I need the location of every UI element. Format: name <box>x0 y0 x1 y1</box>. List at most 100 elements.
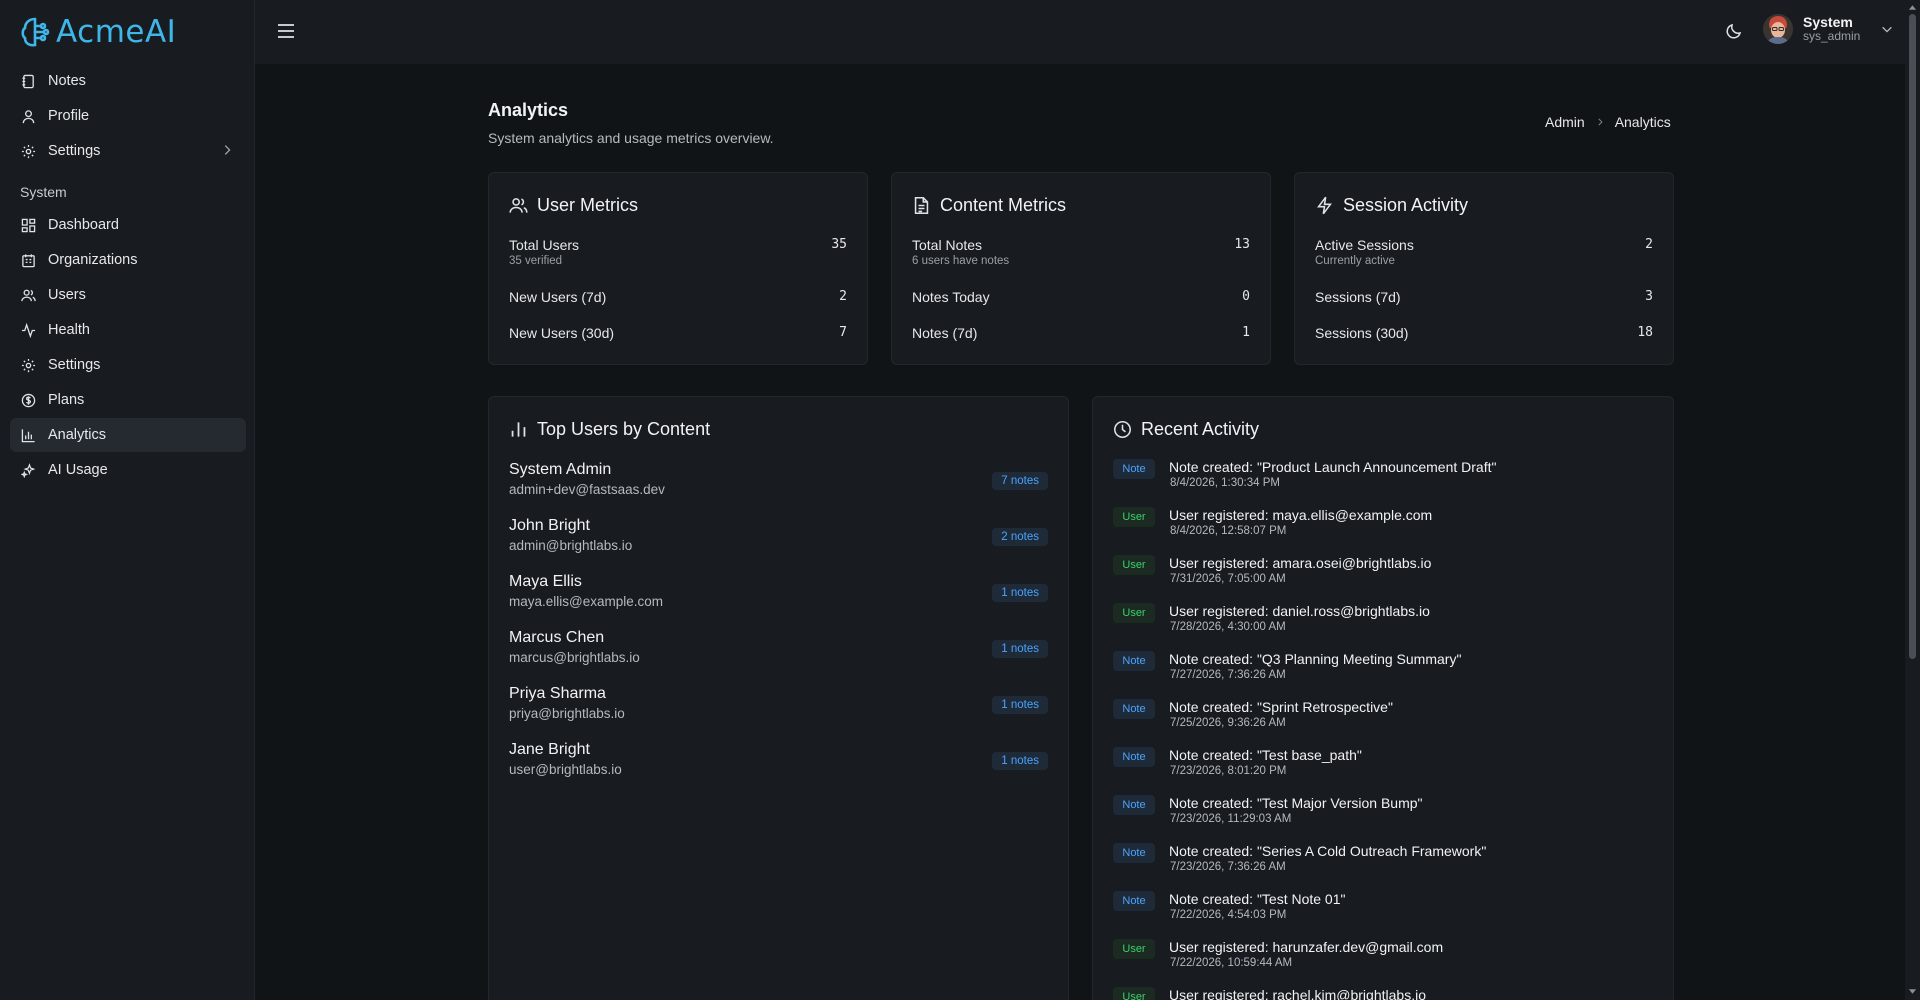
theme-toggle-button[interactable] <box>1725 22 1743 45</box>
user-name: Jane Bright <box>509 741 590 758</box>
breadcrumb-item-analytics: Analytics <box>1614 114 1671 130</box>
user-name: System <box>1803 14 1853 30</box>
metric-label: Active Sessions <box>1315 237 1414 253</box>
activity-item[interactable]: Note Note created: "Test Major Version Bu… <box>1113 793 1653 841</box>
building-icon <box>20 252 36 268</box>
card-header: User Metrics <box>509 195 638 216</box>
activity-item[interactable]: Note Note created: "Series A Cold Outreac… <box>1113 841 1653 889</box>
activity-text: User registered: maya.ellis@example.com <box>1169 507 1433 523</box>
page-title: Analytics <box>488 100 569 120</box>
brain-logo-icon <box>21 17 50 47</box>
sidebar-section-label: System <box>20 184 67 200</box>
activity-item[interactable]: Note Note created: "Sprint Retrospective"… <box>1113 697 1653 745</box>
user-email: priya@brightlabs.io <box>509 706 625 721</box>
scroll-down-arrow-icon[interactable] <box>1908 988 1917 996</box>
menu-toggle-button[interactable] <box>275 20 297 42</box>
metric-row-notes-today: Notes Today 0 <box>912 289 1250 305</box>
sidebar-item-system-settings[interactable]: Settings <box>10 348 246 382</box>
activity-item[interactable]: User User registered: maya.ellis@example.… <box>1113 505 1653 553</box>
sidebar-item-profile[interactable]: Profile <box>10 99 246 133</box>
sidebar-item-label: Settings <box>48 143 101 159</box>
list-item[interactable]: System Admin admin+dev@fastsaas.dev 7 no… <box>509 461 1048 511</box>
activity-timestamp: 7/23/2026, 7:36:26 AM <box>1170 861 1286 873</box>
card-header: Recent Activity <box>1113 419 1259 440</box>
sidebar-nav: Notes Profile Settings System Dashboard … <box>10 64 246 488</box>
hamburger-icon <box>278 24 294 38</box>
activity-timestamp: 8/4/2026, 12:58:07 PM <box>1170 525 1287 537</box>
activity-item[interactable]: User User registered: daniel.ross@brightl… <box>1113 601 1653 649</box>
avatar <box>1763 14 1793 44</box>
sidebar-item-ai-usage[interactable]: AI Usage <box>10 453 246 487</box>
activity-item[interactable]: Note Note created: "Q3 Planning Meeting S… <box>1113 649 1653 697</box>
activity-text: Note created: "Sprint Retrospective" <box>1169 699 1393 715</box>
activity-item[interactable]: User User registered: rachel.kim@brightla… <box>1113 985 1653 1000</box>
metric-label: Notes (7d) <box>912 325 978 341</box>
brand-name: AcmeAI <box>56 14 177 50</box>
activity-item[interactable]: Note Note created: "Test Note 01" 7/22/202… <box>1113 889 1653 937</box>
notebook-icon <box>20 73 36 89</box>
brand-logo[interactable]: AcmeAI <box>20 14 176 50</box>
list-item[interactable]: Jane Bright user@brightlabs.io 1 notes <box>509 741 1048 791</box>
notes-count-badge: 1 notes <box>992 696 1048 714</box>
user-email: user@brightlabs.io <box>509 762 622 777</box>
sidebar-item-dashboard[interactable]: Dashboard <box>10 208 246 242</box>
sidebar-item-analytics[interactable]: Analytics <box>10 418 246 452</box>
user-icon <box>20 108 36 124</box>
list-item[interactable]: Marcus Chen marcus@brightlabs.io 1 notes <box>509 629 1048 679</box>
metric-row-notes-7d: Notes (7d) 1 <box>912 325 1250 341</box>
metric-label: Total Users <box>509 237 580 253</box>
user-info: System sys_admin <box>1803 15 1860 43</box>
list-item[interactable]: Maya Ellis maya.ellis@example.com 1 note… <box>509 573 1048 623</box>
sidebar-item-plans[interactable]: Plans <box>10 383 246 417</box>
activity-type-badge: User <box>1113 555 1155 575</box>
user-menu[interactable]: System sys_admin <box>1763 14 1894 44</box>
activity-text: Note created: "Q3 Planning Meeting Summa… <box>1169 651 1462 667</box>
activity-text: User registered: harunzafer.dev@gmail.co… <box>1169 939 1444 955</box>
activity-type-badge: Note <box>1113 795 1155 815</box>
activity-type-badge: Note <box>1113 699 1155 719</box>
card-header: Top Users by Content <box>509 419 710 440</box>
activity-type-badge: User <box>1113 603 1155 623</box>
sidebar-item-organizations[interactable]: Organizations <box>10 243 246 277</box>
sidebar-item-notes[interactable]: Notes <box>10 64 246 98</box>
metric-value: 13 <box>1234 237 1250 252</box>
metric-value: 3 <box>1645 289 1653 304</box>
metric-row-new-users-30d: New Users (30d) 7 <box>509 325 847 341</box>
session-activity-card: Session Activity Active Sessions Currentl… <box>1294 172 1674 365</box>
metric-label: Sessions (7d) <box>1315 289 1401 305</box>
metric-label: Sessions (30d) <box>1315 325 1409 341</box>
moon-icon <box>1726 23 1742 39</box>
page-scrollbar[interactable] <box>1905 0 1920 1000</box>
metric-value: 7 <box>839 325 847 340</box>
activity-item[interactable]: Note Note created: "Test base_path" 7/23/2… <box>1113 745 1653 793</box>
scroll-up-arrow-icon[interactable] <box>1908 3 1917 11</box>
document-icon <box>914 197 929 214</box>
notes-count-badge: 1 notes <box>992 752 1048 770</box>
sidebar-item-users[interactable]: Users <box>10 278 246 312</box>
scroll-thumb[interactable] <box>1909 14 1916 659</box>
metric-row-sessions-7d: Sessions (7d) 3 <box>1315 289 1653 305</box>
list-item[interactable]: John Bright admin@brightlabs.io 2 notes <box>509 517 1048 567</box>
metric-value: 1 <box>1242 325 1250 340</box>
card-title: Top Users by Content <box>537 419 711 439</box>
sidebar-item-label: Analytics <box>48 427 107 443</box>
metric-label: Total Notes <box>912 237 983 253</box>
breadcrumb-item-admin[interactable]: Admin <box>1545 114 1585 130</box>
sidebar-item-health[interactable]: Health <box>10 313 246 347</box>
notes-count-badge: 1 notes <box>992 584 1048 602</box>
activity-item[interactable]: User User registered: harunzafer.dev@gmai… <box>1113 937 1653 985</box>
user-email: marcus@brightlabs.io <box>509 650 640 665</box>
sidebar: AcmeAI Notes Profile Settings System Das… <box>0 0 255 1000</box>
list-item[interactable]: Priya Sharma priya@brightlabs.io 1 notes <box>509 685 1048 735</box>
metric-row-active-sessions: Active Sessions Currently active 2 <box>1315 237 1653 267</box>
metric-label: Notes Today <box>912 289 990 305</box>
activity-item[interactable]: Note Note created: "Product Launch Announ… <box>1113 457 1653 505</box>
activity-text: Note created: "Test base_path" <box>1169 747 1362 763</box>
user-handle: sys_admin <box>1803 29 1861 43</box>
metric-value: 0 <box>1242 289 1250 304</box>
sidebar-item-settings[interactable]: Settings <box>10 134 246 168</box>
activity-timestamp: 7/28/2026, 4:30:00 AM <box>1170 621 1286 633</box>
activity-item[interactable]: User User registered: amara.osei@brightla… <box>1113 553 1653 601</box>
sidebar-item-label: Plans <box>48 392 85 408</box>
metric-row-total-users: Total Users 35 verified 35 <box>509 237 847 267</box>
